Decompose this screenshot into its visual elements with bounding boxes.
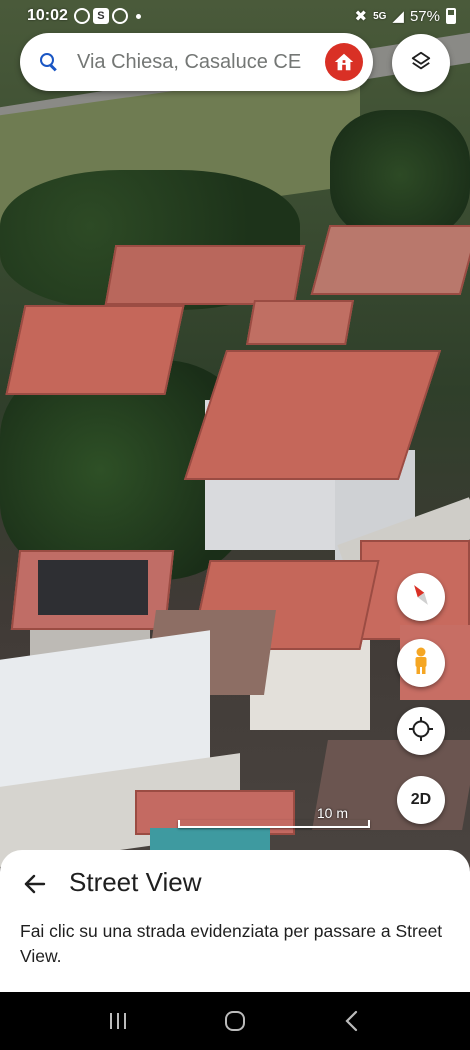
notification-icons: S xyxy=(73,8,141,24)
scale-bar xyxy=(178,820,370,828)
building-roof xyxy=(5,305,185,395)
search-icon[interactable] xyxy=(39,52,59,72)
scale-label: 10 m xyxy=(316,805,348,821)
compass-icon xyxy=(406,580,436,615)
map-scale: 10 m xyxy=(178,805,370,828)
back-arrow-icon[interactable] xyxy=(22,871,48,897)
tree-canopy xyxy=(330,110,470,240)
search-bar[interactable]: Via Chiesa, Casaluce CE xyxy=(20,33,373,91)
battery-icon xyxy=(446,8,456,24)
network-type: 5G xyxy=(373,10,387,22)
sheet-title: Street View xyxy=(69,867,202,897)
home-icon[interactable] xyxy=(325,43,363,81)
whatsapp-icon xyxy=(73,8,90,24)
view-toggle-2d-button[interactable]: 2D xyxy=(397,776,445,824)
compass-button[interactable] xyxy=(397,573,445,621)
mute-icon: ✖ xyxy=(354,8,368,25)
building-roof xyxy=(183,350,442,480)
recent-apps-button[interactable] xyxy=(98,1001,138,1041)
layers-button[interactable] xyxy=(392,34,450,92)
pegman-icon xyxy=(410,646,432,681)
crosshair-icon xyxy=(408,716,434,747)
street-view-sheet: Street View Fai clic su una strada evide… xyxy=(0,850,470,992)
system-navigation-bar xyxy=(0,992,470,1050)
status-bar: 10:02 S ✖ 5G ◢ 57% xyxy=(0,0,470,32)
building-roof xyxy=(310,225,470,295)
status-time: 10:02 xyxy=(27,7,68,24)
whatsapp-icon xyxy=(111,8,128,24)
street-view-pegman-button[interactable] xyxy=(397,639,445,687)
building-roof xyxy=(38,560,148,615)
building-roof xyxy=(104,245,306,305)
building-roof xyxy=(246,300,354,345)
sheet-description: Fai clic su una strada evidenziata per p… xyxy=(20,921,443,966)
my-location-button[interactable] xyxy=(397,707,445,755)
signal-icon: ◢ xyxy=(392,8,404,25)
more-notifications-dot xyxy=(135,13,141,19)
home-button[interactable] xyxy=(215,1001,255,1041)
search-input[interactable]: Via Chiesa, Casaluce CE xyxy=(77,51,325,74)
s-app-icon: S xyxy=(92,8,109,24)
back-button[interactable] xyxy=(332,1001,372,1041)
battery-level: 57% xyxy=(409,7,440,25)
layers-icon xyxy=(410,50,432,77)
